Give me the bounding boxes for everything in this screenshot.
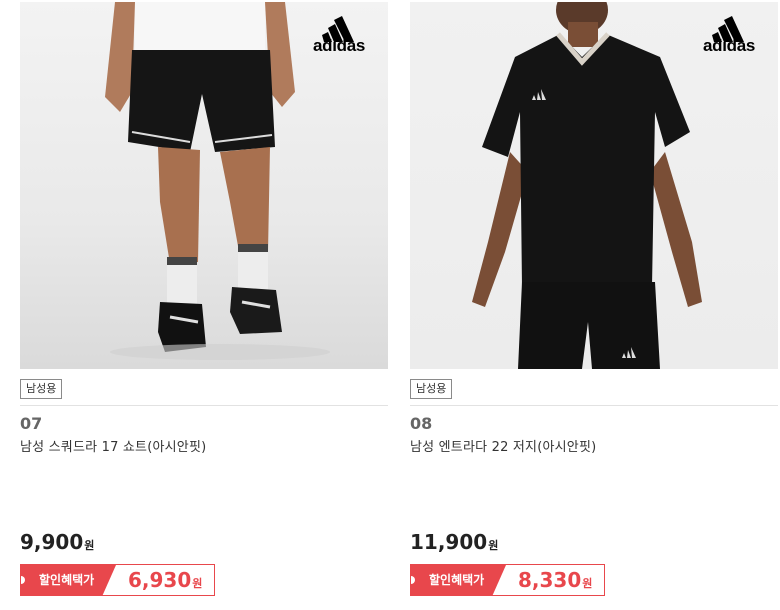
regular-price: 9,900원 — [20, 530, 94, 554]
gender-tag: 남성용 — [410, 379, 453, 399]
discount-label-text: 할인혜택가 — [429, 573, 485, 587]
regular-price-unit: 원 — [84, 539, 95, 552]
product-card-08[interactable]: adidas 남성용 08 남성 엔트라다 22 저지(아시안핏) 11,900… — [410, 0, 780, 610]
dot-icon — [411, 576, 415, 584]
discount-price: 6,930원 — [116, 565, 214, 595]
jersey-photo-illustration — [472, 2, 702, 369]
discount-price: 8,330원 — [506, 565, 604, 595]
product-name[interactable]: 남성 엔트라다 22 저지(아시안핏) — [410, 436, 596, 455]
discount-label-text: 할인혜택가 — [39, 573, 95, 587]
shorts-photo-illustration — [105, 2, 330, 360]
regular-price-value: 9,900 — [20, 530, 84, 554]
adidas-logo: adidas — [304, 10, 374, 56]
discount-price-box[interactable]: 할인혜택가 8,330원 — [410, 564, 606, 596]
regular-price: 11,900원 — [410, 530, 498, 554]
product-number: 07 — [20, 414, 43, 433]
brand-wordmark: adidas — [312, 36, 366, 55]
product-image-jersey[interactable]: adidas — [410, 2, 778, 369]
discount-label: 할인혜택가 — [411, 565, 506, 595]
product-number: 08 — [410, 414, 433, 433]
adidas-logo: adidas — [694, 10, 764, 56]
gender-tag: 남성용 — [20, 379, 63, 399]
regular-price-value: 11,900 — [410, 530, 488, 554]
divider — [410, 405, 778, 406]
product-name[interactable]: 남성 스쿼드라 17 쇼트(아시안핏) — [20, 436, 206, 455]
divider — [20, 405, 388, 406]
dot-icon — [21, 576, 25, 584]
discount-label: 할인혜택가 — [21, 565, 116, 595]
brand-wordmark: adidas — [702, 36, 756, 55]
product-image-shorts[interactable]: adidas — [20, 2, 388, 369]
product-card-07[interactable]: adidas 남성용 07 남성 스쿼드라 17 쇼트(아시안핏) 9,900원… — [20, 0, 390, 610]
discount-price-value: 8,330 — [518, 568, 582, 592]
discount-price-unit: 원 — [192, 577, 203, 590]
discount-price-box[interactable]: 할인혜택가 6,930원 — [20, 564, 216, 596]
discount-price-unit: 원 — [582, 577, 593, 590]
discount-price-value: 6,930 — [128, 568, 192, 592]
regular-price-unit: 원 — [488, 539, 499, 552]
